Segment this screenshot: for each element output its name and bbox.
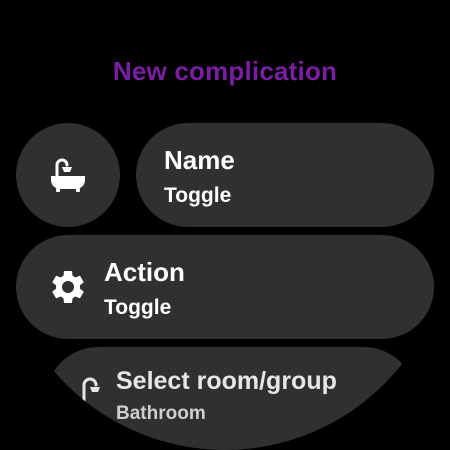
action-chip[interactable]: Action Toggle <box>16 235 434 339</box>
name-value: Toggle <box>164 184 232 207</box>
icon-picker-button[interactable] <box>16 123 120 227</box>
name-label: Name <box>164 145 235 175</box>
shower-icon <box>82 377 100 413</box>
bathtub-shower-icon <box>51 158 85 192</box>
room-chip[interactable]: Select room/group Bathroom <box>46 347 416 450</box>
page-title: New complication <box>112 56 338 86</box>
action-label: Action <box>104 257 185 287</box>
action-value: Toggle <box>104 296 172 319</box>
room-label: Select room/group <box>116 367 337 395</box>
room-value: Bathroom <box>116 403 206 424</box>
gear-icon <box>52 270 84 303</box>
watch-screen: New complication Name Toggle Action Togg… <box>0 0 450 450</box>
name-chip[interactable]: Name Toggle <box>136 123 434 227</box>
